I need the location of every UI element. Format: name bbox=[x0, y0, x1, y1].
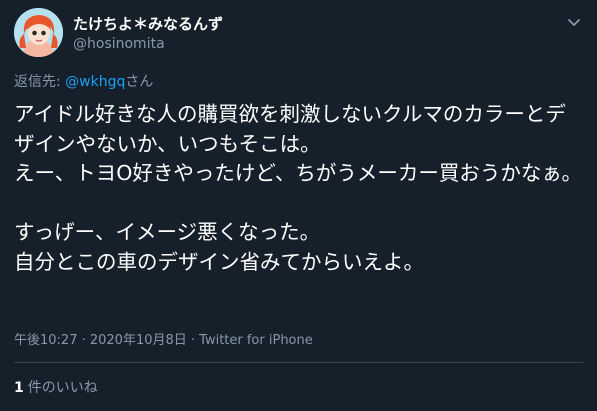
display-name[interactable]: たけちよ＊みなるんず bbox=[73, 13, 223, 34]
likes-link[interactable]: 1 件のいいね bbox=[14, 377, 98, 397]
avatar-icon bbox=[14, 8, 63, 57]
user-handle[interactable]: @hosinomita bbox=[73, 36, 165, 52]
tweet-text: アイドル好きな人の購買欲を刺激しないクルマのカラーとデザインやないか、いつもそこ… bbox=[14, 102, 582, 274]
reply-mention-link[interactable]: @wkhgq bbox=[65, 74, 125, 90]
tweet-header: たけちよ＊みなるんず @hosinomita bbox=[14, 8, 584, 60]
likes-label: 件のいいね bbox=[27, 380, 98, 396]
chevron-down-icon[interactable] bbox=[564, 12, 584, 32]
reply-suffix: さん bbox=[125, 74, 154, 90]
avatar[interactable] bbox=[14, 8, 63, 57]
divider bbox=[14, 362, 583, 363]
reply-prefix: 返信先: bbox=[14, 74, 66, 90]
likes-count: 1 bbox=[14, 380, 24, 396]
reply-to: 返信先: @wkhgqさん bbox=[14, 71, 153, 91]
tweet-timestamp[interactable]: 午後10:27 · 2020年10月8日 · Twitter for iPhon… bbox=[14, 329, 313, 348]
